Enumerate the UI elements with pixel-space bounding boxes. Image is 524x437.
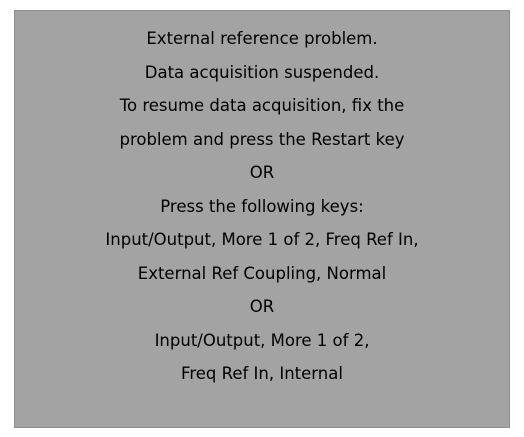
message-line-key-sequence-2-cont: Freq Ref In, Internal <box>181 364 343 383</box>
message-line-resume-instructions: To resume data acquisition, fix the <box>119 96 405 115</box>
message-line-restart-key: problem and press the Restart key <box>119 129 405 149</box>
message-line-key-sequence-1-cont: External Ref Coupling, Normal <box>137 263 387 283</box>
external-reference-error-dialog: External reference problem. Data acquisi… <box>14 10 510 428</box>
message-line-or: OR <box>249 297 275 316</box>
message-line-error-title: External reference problem. <box>146 29 378 48</box>
message-text-block: External reference problem. Data acquisi… <box>15 22 509 391</box>
message-line-key-sequence-2: Input/Output, More 1 of 2, <box>154 330 370 350</box>
message-line-press-keys: Press the following keys: <box>160 196 364 216</box>
message-line-key-sequence-1: Input/Output, More 1 of 2, Freq Ref In, <box>105 230 419 249</box>
message-line-or: OR <box>249 163 275 182</box>
message-line-acquisition-suspended: Data acquisition suspended. <box>144 62 380 82</box>
